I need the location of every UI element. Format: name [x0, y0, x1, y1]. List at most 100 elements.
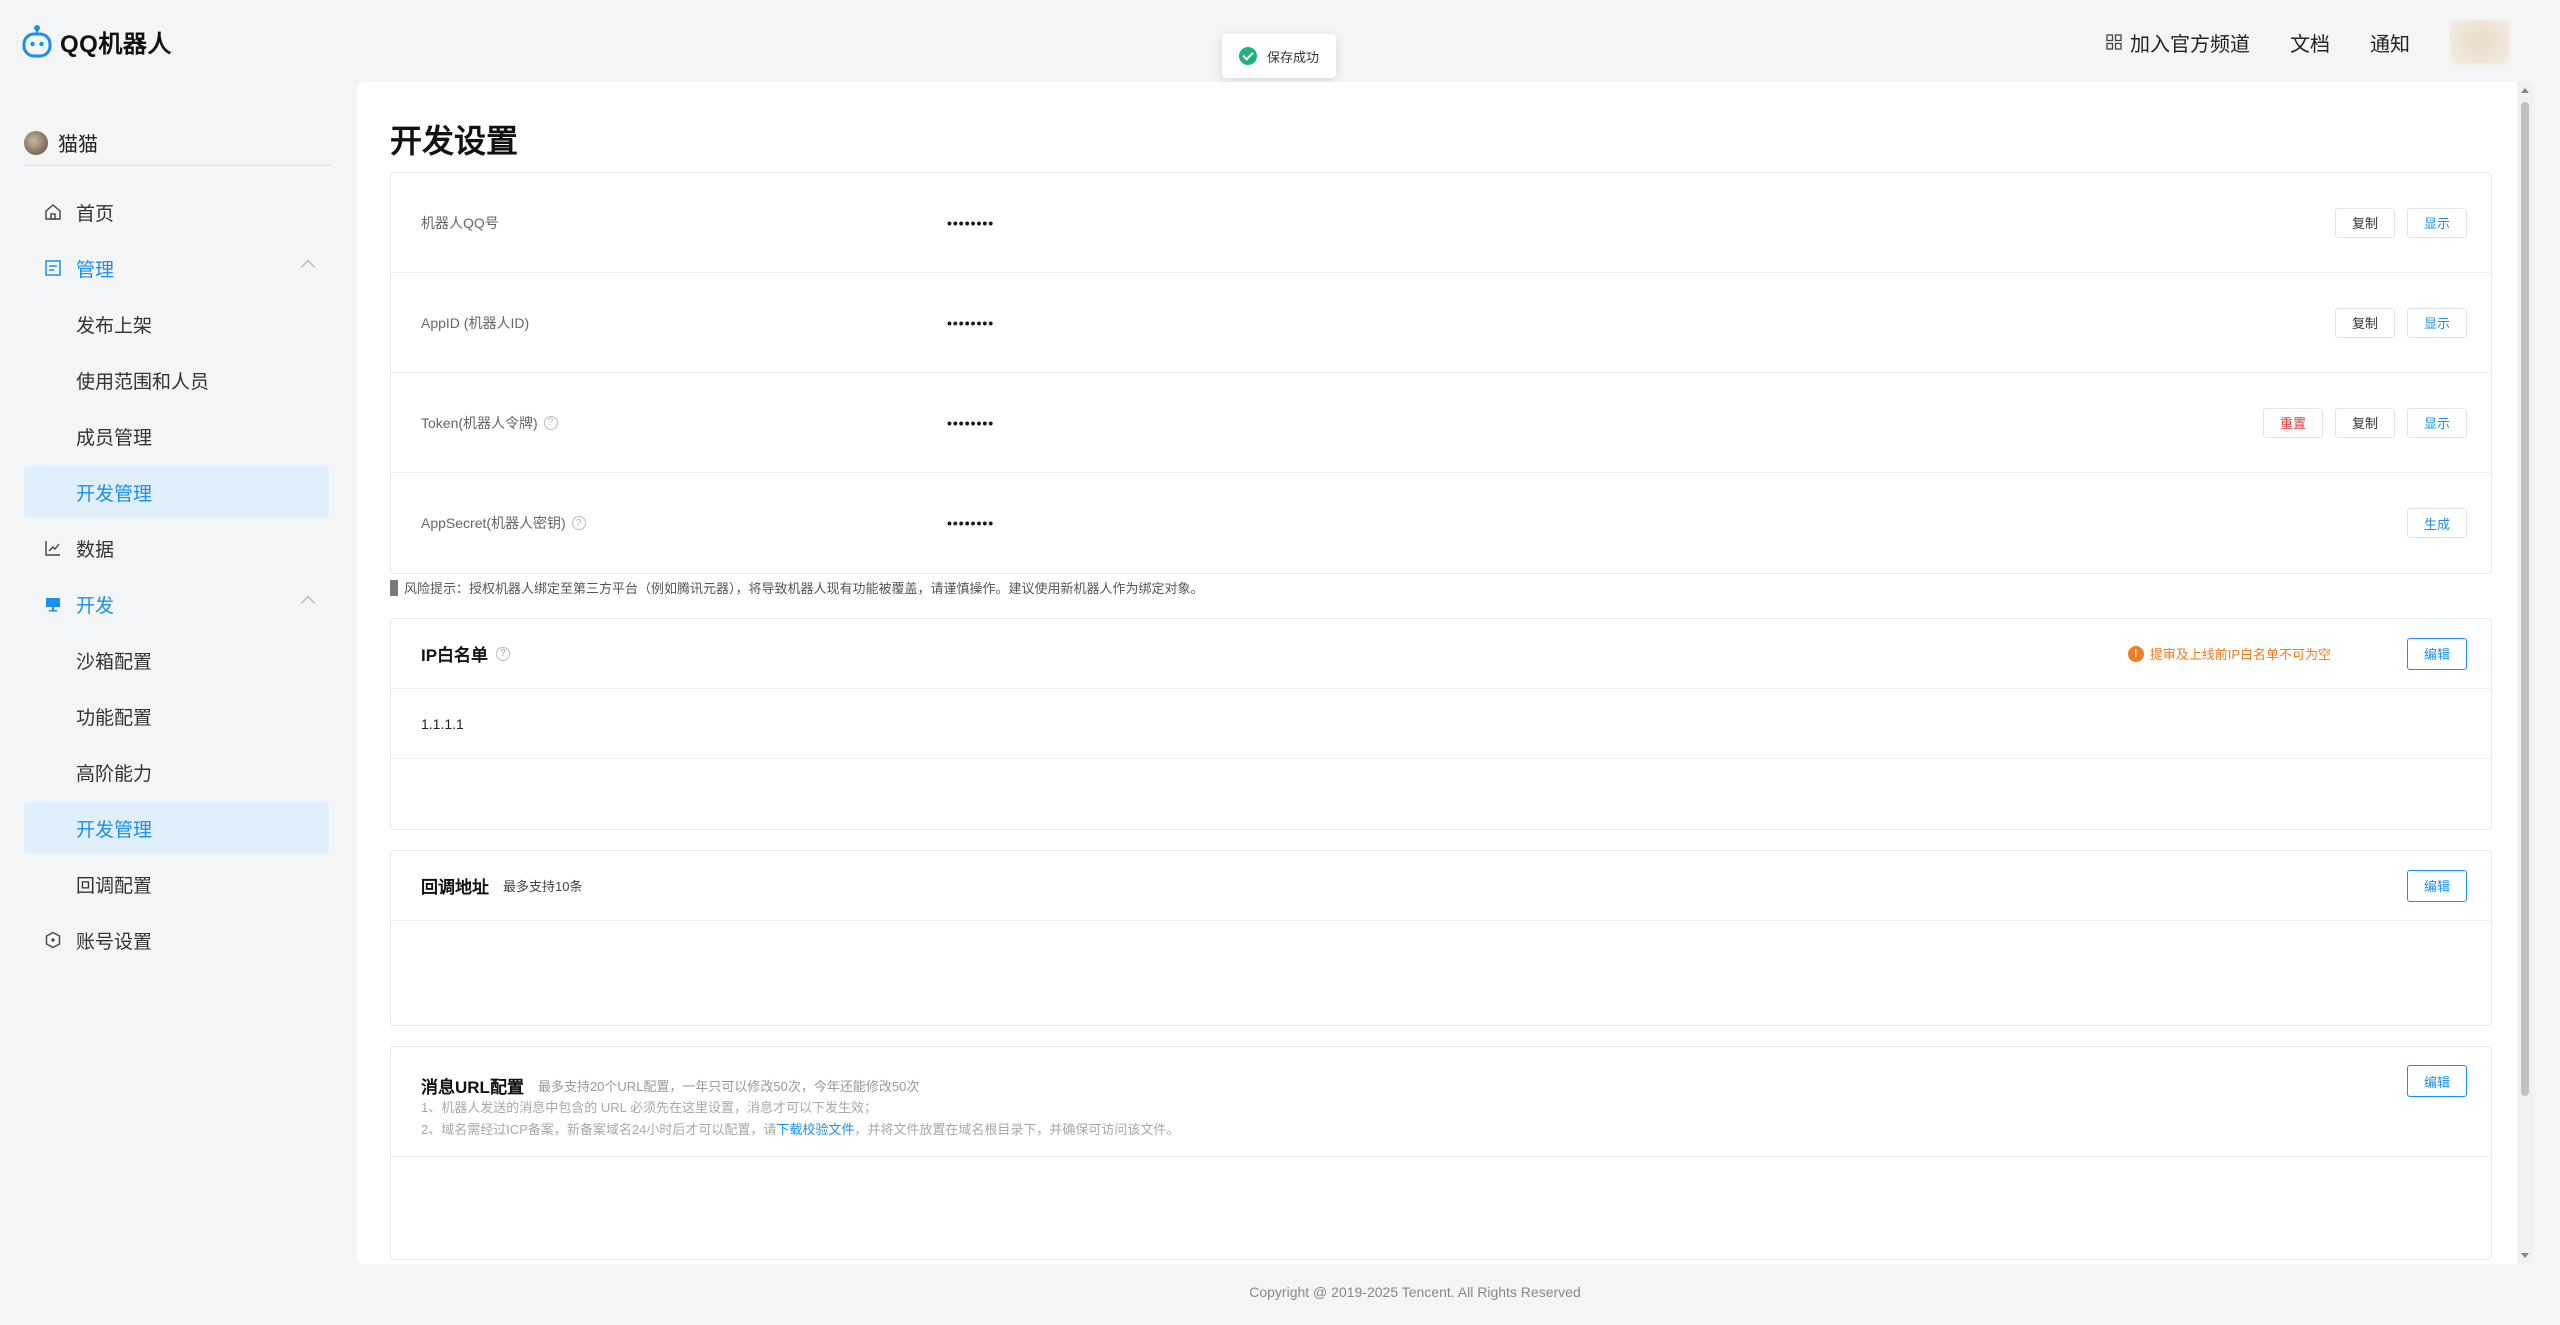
- sidebar-item-data[interactable]: 数据: [24, 522, 329, 574]
- ip-row: 1.1.1.1: [391, 689, 2491, 759]
- msg-url-header: 消息URL配置 最多支持20个URL配置，一年只可以修改50次，今年还能修改50…: [391, 1047, 2491, 1157]
- scroll-thumb[interactable]: [2521, 102, 2529, 1096]
- sidebar-item-callback[interactable]: 回调配置: [24, 858, 329, 910]
- sidebar-item-label: 发布上架: [76, 315, 153, 337]
- generate-button[interactable]: 生成: [2407, 508, 2467, 538]
- edit-callback-button[interactable]: 编辑: [2407, 869, 2467, 902]
- cred-actions: 重置 复制 显示: [2263, 407, 2467, 438]
- cred-label: 机器人QQ号: [421, 214, 499, 231]
- home-icon: [45, 204, 61, 220]
- sidebar-item-manage[interactable]: 管理: [24, 242, 329, 294]
- sidebar-item-label: 成员管理: [76, 427, 153, 449]
- sidebar-item-dev-manage-1[interactable]: 开发管理: [24, 466, 329, 518]
- msg-url-line-1: 1、机器人发送的消息中包含的 URL 必须先在这里设置，消息才可以下发生效；: [421, 1100, 877, 1115]
- sidebar-item-label: 开发管理: [76, 483, 153, 505]
- callback-header: 回调地址 最多支持10条 编辑: [391, 851, 2491, 921]
- sidebar-user[interactable]: 猫猫: [24, 120, 332, 166]
- section-action: 编辑: [2407, 869, 2467, 902]
- sidebar-item-label: 数据: [76, 539, 115, 561]
- cred-value: ••••••••: [947, 414, 995, 431]
- footer-copyright: Copyright @ 2019-2025 Tencent. All Right…: [1249, 1284, 1581, 1300]
- show-button[interactable]: 显示: [2407, 207, 2467, 238]
- sidebar-item-label: 管理: [76, 259, 115, 281]
- main-panel: 开发设置 机器人QQ号 •••••••• 复制 显示 AppID (机器人ID)…: [357, 82, 2533, 1264]
- cred-label-wrap: AppSecret(机器人密钥) ?: [421, 513, 586, 533]
- notify-link[interactable]: 通知: [2370, 28, 2410, 57]
- cred-label-wrap: Token(机器人令牌) ?: [421, 413, 558, 433]
- edit-msg-url-button[interactable]: 编辑: [2407, 1065, 2467, 1097]
- vertical-scrollbar[interactable]: [2517, 82, 2533, 1264]
- sidebar-item-label: 账号设置: [76, 931, 153, 953]
- sidebar-item-label: 沙箱配置: [76, 651, 153, 673]
- grid-icon: [2106, 34, 2122, 50]
- show-button[interactable]: 显示: [2407, 407, 2467, 438]
- logo[interactable]: QQ机器人: [22, 22, 172, 60]
- cred-row-appid: AppID (机器人ID) •••••••• 复制 显示: [391, 273, 2491, 373]
- section-sub: 最多支持20个URL配置，一年只可以修改50次，今年还能修改50次: [537, 1079, 920, 1094]
- reset-button[interactable]: 重置: [2263, 407, 2323, 438]
- document-icon: [45, 260, 61, 276]
- sidebar-item-label: 回调配置: [76, 875, 153, 897]
- help-icon[interactable]: ?: [496, 646, 511, 661]
- cred-row-token: Token(机器人令牌) ? •••••••• 重置 复制 显示: [391, 373, 2491, 473]
- section-action: 编辑: [2407, 1065, 2467, 1097]
- callback-card: 回调地址 最多支持10条 编辑: [390, 850, 2492, 1026]
- sidebar-item-publish[interactable]: 发布上架: [24, 298, 329, 350]
- sidebar-item-home[interactable]: 首页: [24, 186, 329, 238]
- edit-ip-button[interactable]: 编辑: [2407, 637, 2467, 670]
- chevron-up-icon: [300, 595, 316, 611]
- warning-icon: !: [2127, 645, 2144, 662]
- risk-note-text: 风险提示：授权机器人绑定至第三方平台（例如腾讯元器），将导致机器人现有功能被覆盖…: [404, 581, 1204, 596]
- scroll-down-icon[interactable]: [2521, 1253, 2529, 1258]
- callback-title-wrap: 回调地址 最多支持10条: [421, 873, 582, 898]
- hexagon-icon: [45, 931, 61, 949]
- copy-button[interactable]: 复制: [2335, 207, 2395, 238]
- cred-actions: 复制 显示: [2335, 207, 2467, 238]
- msg-url-title-row: 消息URL配置 最多支持20个URL配置，一年只可以修改50次，今年还能修改50…: [421, 1073, 919, 1098]
- sidebar-item-label: 首页: [76, 203, 115, 225]
- sidebar-item-dev[interactable]: 开发: [24, 578, 329, 630]
- join-channel-link[interactable]: 加入官方频道: [2106, 28, 2250, 57]
- help-icon[interactable]: ?: [543, 415, 558, 430]
- chart-line-icon: [45, 541, 60, 556]
- sidebar-item-sandbox[interactable]: 沙箱配置: [24, 634, 329, 686]
- notify-label: 通知: [2370, 33, 2410, 56]
- cred-value: ••••••••: [947, 214, 995, 231]
- ip-whitelist-title-wrap: IP白名单 ?: [421, 641, 511, 666]
- risk-note: 风险提示：授权机器人绑定至第三方平台（例如腾讯元器），将导致机器人现有功能被覆盖…: [390, 578, 1204, 597]
- sidebar-item-account[interactable]: 账号设置: [24, 914, 329, 966]
- section-title: 消息URL配置: [421, 1078, 524, 1097]
- sidebar-item-features[interactable]: 功能配置: [24, 690, 329, 742]
- msg-url-line-2-post: ，并将文件放置在域名根目录下，并确保可访问该文件。: [854, 1122, 1180, 1137]
- download-verify-file-link[interactable]: 下载校验文件: [776, 1122, 854, 1137]
- cred-value: ••••••••: [947, 314, 995, 331]
- msg-url-line-2-pre: 2、域名需经过ICP备案，新备案域名24小时后才可以配置，请: [421, 1122, 777, 1137]
- cred-label: Token(机器人令牌): [421, 414, 538, 431]
- sidebar-item-members[interactable]: 成员管理: [24, 410, 329, 462]
- msg-url-card: 消息URL配置 最多支持20个URL配置，一年只可以修改50次，今年还能修改50…: [390, 1046, 2492, 1260]
- user-avatar-top[interactable]: [2450, 20, 2510, 64]
- robot-logo-icon: [22, 25, 52, 58]
- sidebar-item-scope[interactable]: 使用范围和人员: [24, 354, 329, 406]
- sidebar-item-advanced[interactable]: 高阶能力: [24, 746, 329, 798]
- sidebar-item-label: 使用范围和人员: [76, 371, 210, 393]
- ip-value: 1.1.1.1: [421, 715, 464, 732]
- docs-link[interactable]: 文档: [2290, 28, 2330, 57]
- section-title: 回调地址: [421, 878, 489, 897]
- scroll-up-icon[interactable]: [2521, 88, 2529, 93]
- success-toast: 保存成功: [1222, 34, 1336, 78]
- sidebar-item-label: 功能配置: [76, 707, 153, 729]
- section-sub: 最多支持10条: [503, 879, 583, 894]
- sidebar-item-label: 开发管理: [76, 819, 153, 841]
- copy-button[interactable]: 复制: [2335, 307, 2395, 338]
- copy-button[interactable]: 复制: [2335, 407, 2395, 438]
- help-icon[interactable]: ?: [571, 516, 586, 530]
- join-channel-label: 加入官方频道: [2130, 33, 2250, 56]
- section-title: IP白名单: [421, 646, 489, 665]
- cred-label: AppSecret(机器人密钥): [421, 515, 566, 531]
- show-button[interactable]: 显示: [2407, 307, 2467, 338]
- sidebar-item-dev-manage-2[interactable]: 开发管理: [24, 802, 329, 854]
- cred-actions: 生成: [2407, 508, 2467, 538]
- user-name: 猫猫: [58, 134, 98, 156]
- ip-warning: ! 提审及上线前IP白名单不可为空: [2127, 644, 2331, 663]
